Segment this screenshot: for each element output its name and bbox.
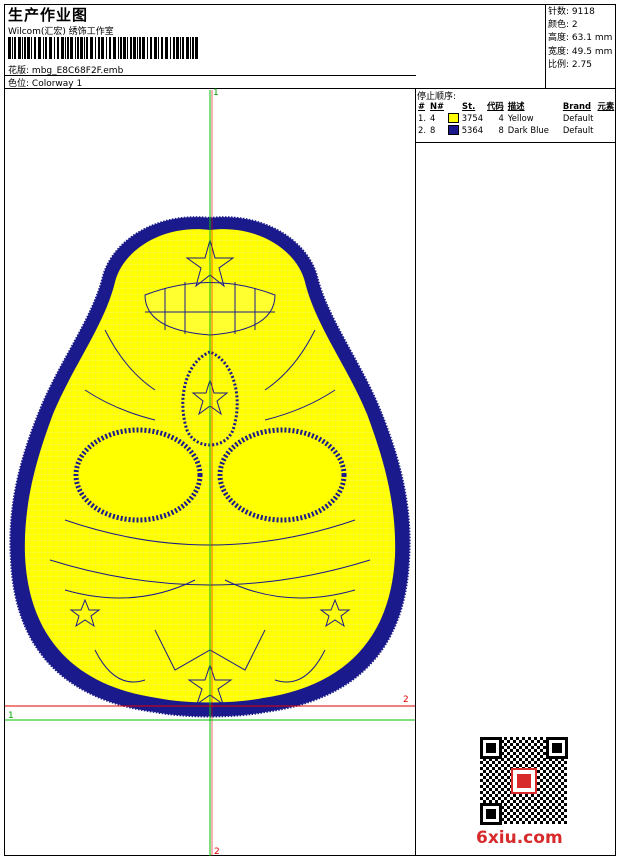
divider (545, 4, 546, 88)
axis-label-right: 2 (403, 695, 409, 705)
design-stats: 针数: 9118 颜色: 2 高度: 63.1 mm 宽度: 49.5 mm 比… (548, 6, 612, 72)
col-header-brand: Brand (562, 101, 591, 111)
row-element (595, 112, 616, 124)
col-header-element: 元素 (597, 101, 615, 111)
width-label: 宽度: (548, 46, 570, 57)
row-swatch-code: 5364 (446, 124, 485, 136)
divider (415, 88, 416, 856)
stop-sequence-table: # N# St. 代码 描述 Brand 元素 1. 4 3754 4 Yell… (416, 100, 616, 136)
row-code: 3754 (461, 112, 484, 123)
axis-label-top: 1 (213, 88, 219, 98)
scale-label: 比例: (548, 59, 570, 70)
row-needle: 4 (430, 113, 436, 123)
company-name: Wilcom(汇宏) 绣饰工作室 (8, 27, 114, 37)
color-swatch (448, 125, 460, 136)
height-label: 高度: (548, 33, 570, 44)
divider (415, 142, 616, 143)
stitches-value: 9118 (571, 7, 595, 17)
row-index: 1. (418, 113, 426, 123)
col-header-n: N# (430, 101, 445, 111)
table-row[interactable]: 1. 4 3754 4 Yellow Default (416, 112, 616, 124)
col-header-index: # (418, 101, 426, 111)
table-row[interactable]: 2. 8 5364 8 Dark Blue Default (416, 124, 616, 136)
color-swatch (448, 113, 460, 124)
page-title: 生产作业图 (8, 6, 89, 24)
col-header-code: 代码 (487, 101, 504, 111)
colors-value: 2 (571, 20, 578, 31)
row-element (595, 124, 616, 136)
col-header-desc: 描述 (507, 101, 525, 111)
qr-code (480, 737, 568, 825)
scale-value: 2.75 (571, 59, 592, 70)
row-code: 5364 (461, 124, 484, 135)
table-header-row: # N# St. 代码 描述 Brand 元素 (416, 100, 616, 112)
col-header-st: St. (462, 101, 476, 111)
row-description: Yellow (507, 113, 534, 123)
row-needle: 8 (430, 125, 436, 135)
row-swatch-code: 3754 (446, 112, 485, 124)
right-eye (217, 427, 347, 523)
divider (4, 88, 616, 89)
row-number: 8 (498, 125, 504, 135)
divider (4, 75, 416, 76)
row-description: Dark Blue (507, 125, 549, 135)
axis-label-bottom: 2 (214, 847, 220, 857)
height-value: 63.1 mm (571, 33, 613, 44)
width-value: 49.5 mm (571, 46, 613, 57)
row-brand: Default (562, 125, 594, 135)
row-index: 2. (418, 125, 426, 135)
barcode (8, 37, 198, 59)
stitches-label: 针数: (548, 7, 570, 17)
embroidery-design-preview (5, 90, 415, 856)
watermark-logo: 6xiu.com (476, 828, 563, 848)
colors-label: 颜色: (548, 20, 570, 31)
row-number: 4 (498, 113, 504, 123)
row-brand: Default (562, 113, 594, 123)
left-eye (73, 427, 203, 523)
axis-label-left: 1 (8, 711, 14, 721)
